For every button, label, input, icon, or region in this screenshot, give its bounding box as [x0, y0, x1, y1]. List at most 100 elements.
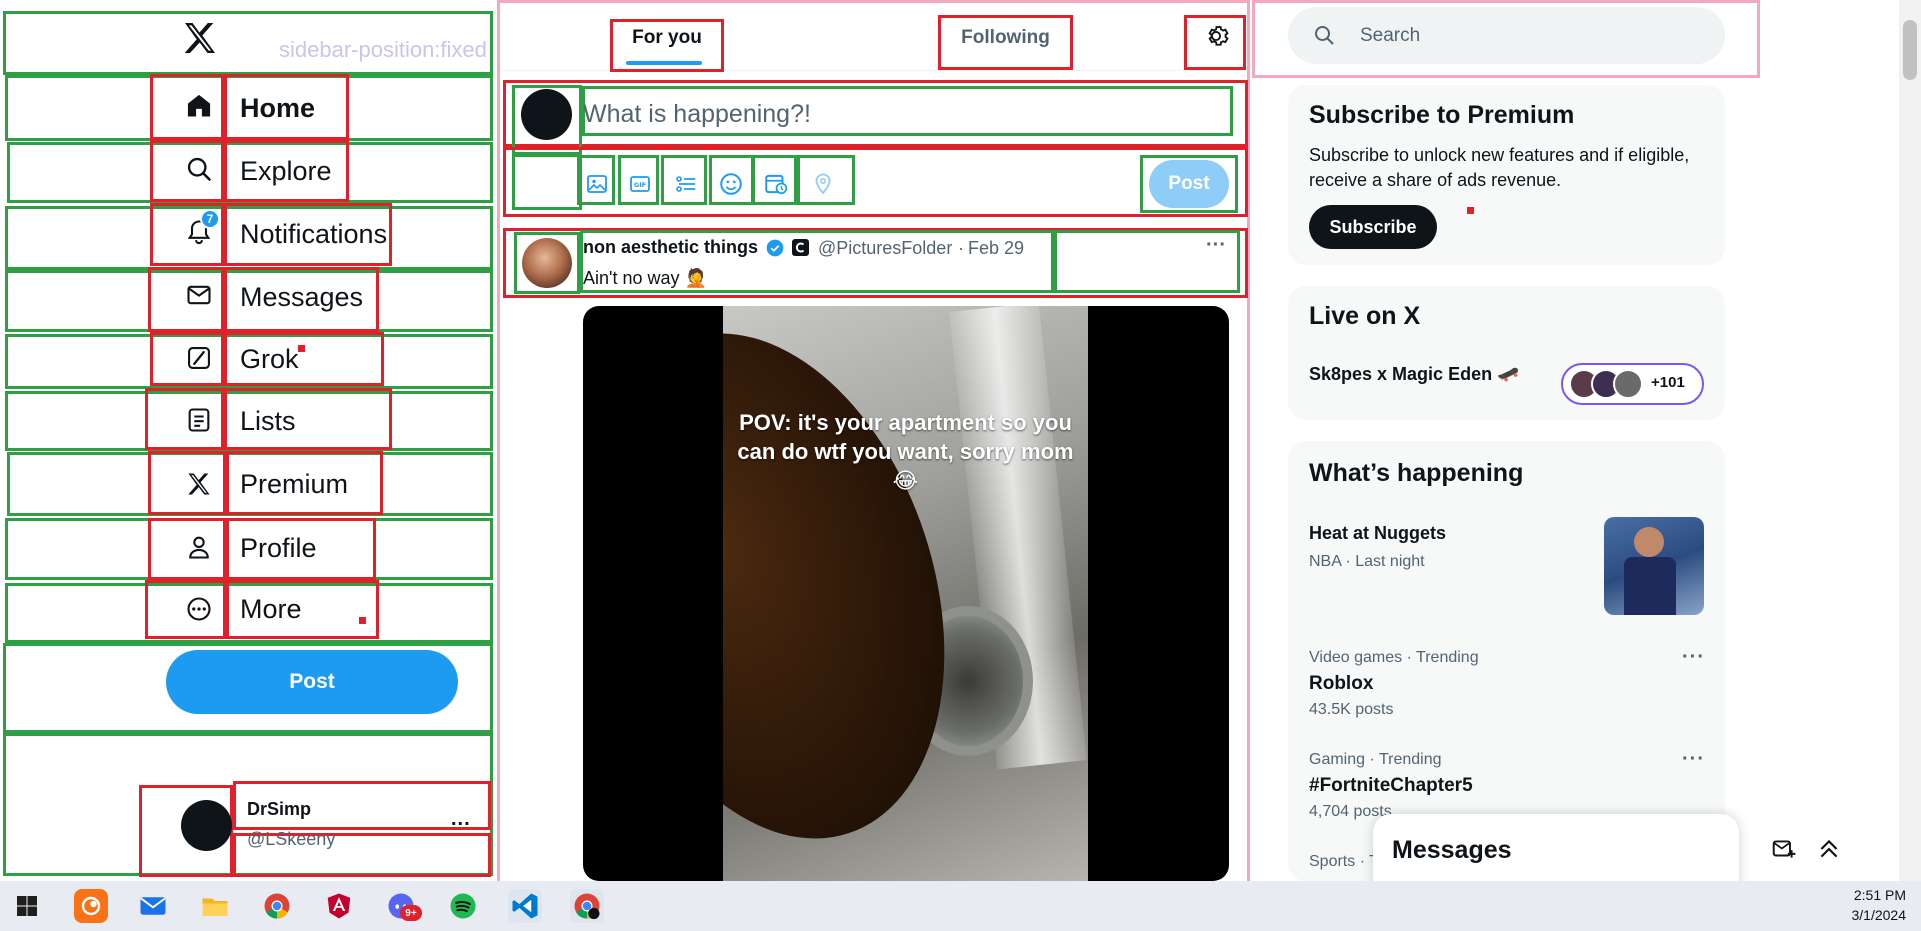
person-icon: [184, 532, 214, 562]
layout-box: [512, 152, 582, 210]
sidebar-item-label: More: [240, 594, 302, 624]
collapse-up-icon[interactable]: [1816, 836, 1842, 862]
video-frame: POV: it's your apartment so you can do w…: [723, 306, 1088, 881]
card-title: Live on X: [1309, 302, 1421, 330]
sidebar-item-label: Premium: [240, 469, 349, 499]
trend-more-icon[interactable]: ···: [1682, 646, 1705, 669]
notification-badge: 7: [200, 209, 220, 229]
live-card: Live on X Sk8pes x Magic Eden 🛹 +101: [1288, 286, 1725, 420]
premium-card: Subscribe to Premium Subscribe to unlock…: [1288, 85, 1725, 265]
search-bar[interactable]: Search: [1288, 7, 1725, 64]
schedule-icon[interactable]: [761, 169, 791, 199]
active-tab-indicator: [626, 61, 702, 65]
avatar[interactable]: [522, 238, 572, 288]
file-explorer-icon[interactable]: [198, 889, 232, 923]
angular-icon[interactable]: [322, 889, 356, 923]
image-icon[interactable]: [582, 169, 612, 199]
sidebar-item-label: Messages: [240, 282, 364, 312]
trend-posts: 43.5K posts: [1309, 701, 1394, 718]
discord-badge: 9+: [400, 905, 422, 921]
more-circle-icon: [184, 594, 214, 624]
chrome-profile-icon[interactable]: [570, 889, 604, 923]
live-event[interactable]: Sk8pes x Magic Eden 🛹: [1309, 364, 1520, 385]
debug-marker: [298, 345, 305, 352]
tweet-handle[interactable]: @PicturesFolder: [818, 238, 952, 259]
new-message-icon[interactable]: [1771, 836, 1797, 862]
card-title: What’s happening: [1309, 459, 1524, 487]
trend-meta: Sports · T: [1309, 853, 1379, 870]
affiliate-badge-icon: [792, 239, 809, 256]
taskbar: 9+ 2:51 PM 3/1/2024: [0, 881, 1921, 931]
crunchyroll-icon[interactable]: [74, 889, 108, 923]
taskbar-time: 2:51 PM: [1853, 887, 1906, 903]
mail-app-icon[interactable]: [136, 889, 170, 923]
svg-text:GIF: GIF: [634, 181, 646, 189]
sidebar-item-label: Lists: [240, 406, 296, 436]
x-logo-icon[interactable]: [180, 18, 220, 58]
trend-title: Heat at Nuggets: [1309, 523, 1447, 543]
trend-meta: Video games · Trending: [1309, 649, 1479, 666]
sidebar-item-label: Notifications: [240, 219, 388, 249]
windows-start-icon[interactable]: [10, 889, 44, 923]
subscribe-button[interactable]: Subscribe: [1309, 205, 1437, 249]
trend-thumbnail: [1604, 517, 1704, 615]
emoji-icon[interactable]: [716, 169, 746, 199]
gif-icon[interactable]: GIF: [625, 169, 655, 199]
compose-post-button[interactable]: Post: [1149, 160, 1229, 208]
css-debug-watermark: sidebar-position:fixed: [279, 37, 487, 62]
tab-label: For you: [632, 27, 702, 48]
live-participants[interactable]: +101: [1561, 363, 1704, 405]
search-icon: [1312, 23, 1336, 47]
avatar: [181, 800, 232, 851]
sidebar-item-label: Home: [240, 93, 316, 123]
list-icon: [184, 405, 214, 435]
avatar: [521, 89, 572, 140]
chrome-icon[interactable]: [260, 889, 294, 923]
tweet-text: Ain't no way 🤦: [583, 268, 707, 288]
verified-icon: [765, 238, 785, 258]
account-name: DrSimp: [247, 799, 312, 819]
trend-title: Roblox: [1309, 673, 1374, 694]
search-icon: [184, 154, 214, 184]
post-button[interactable]: Post: [166, 650, 458, 714]
participant-count: +101: [1651, 374, 1685, 391]
sidebar-item-label: Profile: [240, 533, 317, 563]
grok-icon: [184, 343, 214, 373]
vscode-icon[interactable]: [508, 889, 542, 923]
account-more-icon[interactable]: ...: [451, 808, 471, 831]
premium-text: Subscribe to unlock new features and if …: [1309, 145, 1690, 190]
spotify-icon[interactable]: [446, 889, 480, 923]
debug-marker: [359, 617, 366, 624]
messages-drawer-title: Messages: [1392, 836, 1512, 864]
gear-icon: [1202, 22, 1230, 50]
player-jersey: [1624, 557, 1676, 615]
trend-title: #FortniteChapter5: [1309, 775, 1473, 796]
video-caption: POV: it's your apartment so you can do w…: [737, 410, 1074, 493]
sidebar-item-label: Explore: [240, 156, 332, 186]
tweet-date[interactable]: Feb 29: [968, 238, 1024, 259]
tab-label: Following: [961, 27, 1050, 48]
player-head: [1634, 527, 1664, 557]
x-logo-icon: [184, 469, 214, 499]
trend-more-icon[interactable]: ···: [1682, 748, 1705, 771]
sidebar-item-label: Grok: [240, 344, 299, 374]
poll-icon[interactable]: [671, 169, 701, 199]
scrollbar-track[interactable]: [1899, 0, 1921, 881]
tweet-author[interactable]: non aesthetic things: [583, 237, 758, 258]
tweet-video[interactable]: POV: it's your apartment so you can do w…: [583, 306, 1229, 881]
scrollbar-thumb[interactable]: [1903, 20, 1917, 80]
separator: ·: [958, 238, 964, 258]
debug-marker: [1467, 207, 1474, 214]
taskbar-date: 3/1/2024: [1851, 907, 1907, 923]
tweet-more-icon[interactable]: ···: [1206, 234, 1226, 257]
search-input[interactable]: Search: [1360, 25, 1420, 47]
trend-meta: Gaming · Trending: [1309, 751, 1442, 768]
avatar: [1613, 369, 1643, 399]
card-title: Subscribe to Premium: [1309, 101, 1575, 129]
compose-input[interactable]: What is happening?!: [583, 100, 811, 129]
home-icon: [184, 91, 214, 121]
location-icon[interactable]: [808, 169, 838, 199]
trend-meta: NBA · Last night: [1309, 553, 1425, 570]
mail-icon: [184, 280, 214, 310]
